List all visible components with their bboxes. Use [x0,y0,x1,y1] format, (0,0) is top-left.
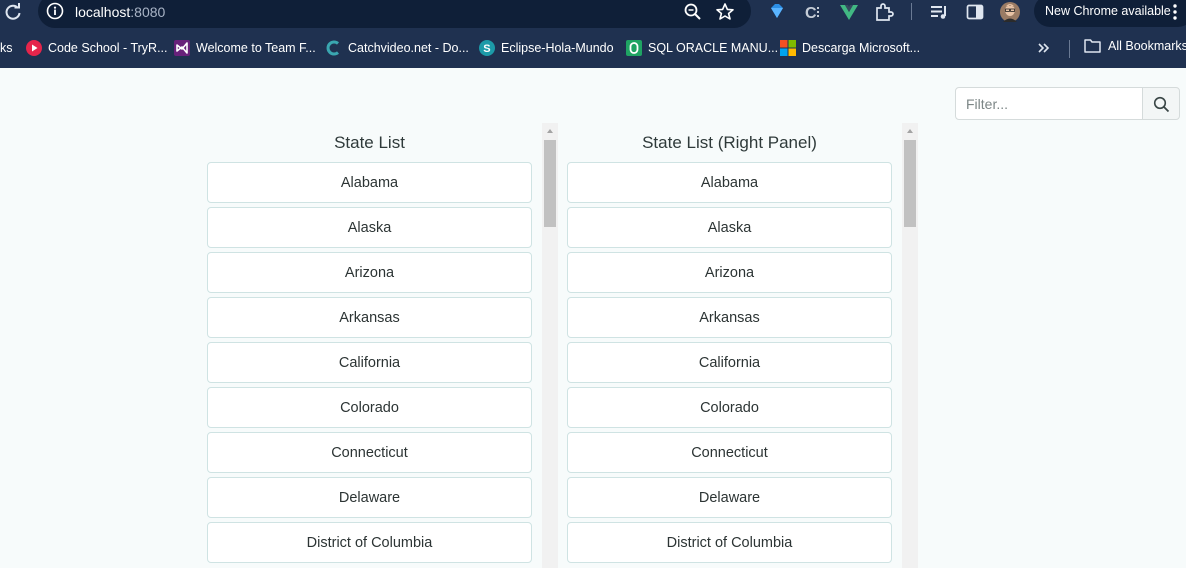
url-host: localhost [75,4,131,20]
bookmark-label: Welcome to Team F... [196,41,316,55]
bookmark-label: Descarga Microsoft... [802,41,921,55]
state-list-item[interactable]: Arizona [567,252,892,293]
filter-input[interactable] [955,87,1143,120]
state-list-item[interactable]: Delaware [207,477,532,518]
microsoft-favicon [780,40,796,56]
more-menu-icon[interactable] [1168,2,1182,22]
filter-search-button[interactable] [1142,87,1180,120]
scroll-thumb[interactable] [904,140,916,227]
left-panel-scrollbar[interactable] [542,123,558,568]
c-extension-icon[interactable]: C [802,1,824,23]
browser-toolbar: localhost:8080 C New Chrome available [0,0,1186,28]
state-list-item[interactable]: Arizona [207,252,532,293]
new-chrome-available-button[interactable]: New Chrome available [1034,0,1186,27]
url-text[interactable]: localhost:8080 [75,4,165,20]
all-bookmarks-button[interactable]: All Bookmarks [1084,38,1186,53]
state-list-item[interactable]: Connecticut [567,432,892,473]
scroll-up-arrow-icon[interactable] [542,123,558,139]
bookmark-label: Catchvideo.net - Do... [348,41,469,55]
bookmark-team-foundation[interactable]: Welcome to Team F... [174,38,316,58]
svg-text:C: C [805,5,817,22]
bookmark-catchvideo[interactable]: Catchvideo.net - Do... [326,38,469,58]
state-list-item[interactable]: Alabama [567,162,892,203]
state-list-item[interactable]: Colorado [567,387,892,428]
scroll-thumb[interactable] [544,140,556,227]
toolbar-divider [911,3,912,20]
side-panel-icon[interactable] [964,1,986,23]
media-controls-icon[interactable] [928,1,950,23]
state-list-item[interactable]: Colorado [207,387,532,428]
panel-title: State List (Right Panel) [642,133,817,152]
zoom-icon[interactable] [683,2,703,22]
search-icon [1153,96,1170,113]
panel-title: State List [334,133,405,152]
site-info-icon[interactable] [46,2,64,20]
state-list-item[interactable]: Arkansas [567,297,892,338]
new-chrome-label: New Chrome available [1045,4,1171,18]
state-list: Alabama Alaska Arizona Arkansas Californ… [567,162,892,567]
vue-devtools-icon[interactable] [838,1,860,23]
state-list-item[interactable]: Delaware [567,477,892,518]
state-list-item[interactable]: Alaska [567,207,892,248]
extensions-puzzle-icon[interactable] [873,1,895,23]
bookmarks-bar: ks Code School - TryR... Welcome to Team… [0,28,1186,68]
state-list: Alabama Alaska Arizona Arkansas Californ… [207,162,532,567]
bookmark-code-school[interactable]: Code School - TryR... [26,38,168,58]
sql-oracle-favicon [626,40,642,56]
url-port: :8080 [130,4,166,20]
bookmark-partial-label: ks [0,41,13,55]
svg-text:S: S [483,43,490,55]
bookmarks-divider [1069,40,1070,58]
right-panel-scrollbar[interactable] [902,123,918,568]
state-list-item[interactable]: Alaska [207,207,532,248]
folder-icon [1084,39,1101,53]
eclipse-favicon: S [479,40,495,56]
code-school-favicon [26,40,42,56]
state-list-right-panel: State List (Right Panel) Alabama Alaska … [567,123,918,568]
bookmark-partial[interactable]: ks [0,38,13,58]
bookmark-label: SQL ORACLE MANU... [648,41,779,55]
state-list-item[interactable]: California [207,342,532,383]
state-list-item[interactable]: Alabama [207,162,532,203]
bookmark-eclipse[interactable]: S Eclipse-Hola-Mundo [479,38,614,58]
bookmark-label: Eclipse-Hola-Mundo [501,41,614,55]
page-content: State List Alabama Alaska Arizona Arkans… [0,68,1186,568]
state-list-item[interactable]: Arkansas [207,297,532,338]
state-list-item[interactable]: District of Columbia [567,522,892,563]
bookmark-label: Code School - TryR... [48,41,168,55]
bookmark-descarga-microsoft[interactable]: Descarga Microsoft... [780,38,920,58]
gem-extension-icon[interactable] [766,1,788,23]
address-bar[interactable]: localhost:8080 [38,0,751,28]
catchvideo-favicon [326,40,339,56]
visual-studio-favicon [174,40,190,56]
reload-icon[interactable] [2,1,24,23]
state-list-panel: State List Alabama Alaska Arizona Arkans… [207,123,558,568]
bookmark-star-icon[interactable] [715,2,735,22]
all-bookmarks-label: All Bookmarks [1108,38,1186,53]
state-list-item[interactable]: Connecticut [207,432,532,473]
chevron-double-right-icon[interactable] [1034,38,1054,58]
bookmark-sql-oracle[interactable]: SQL ORACLE MANU... [626,38,778,58]
state-list-item[interactable]: District of Columbia [207,522,532,563]
state-list-item[interactable]: California [567,342,892,383]
scroll-up-arrow-icon[interactable] [902,123,918,139]
profile-avatar-icon[interactable] [999,1,1021,23]
